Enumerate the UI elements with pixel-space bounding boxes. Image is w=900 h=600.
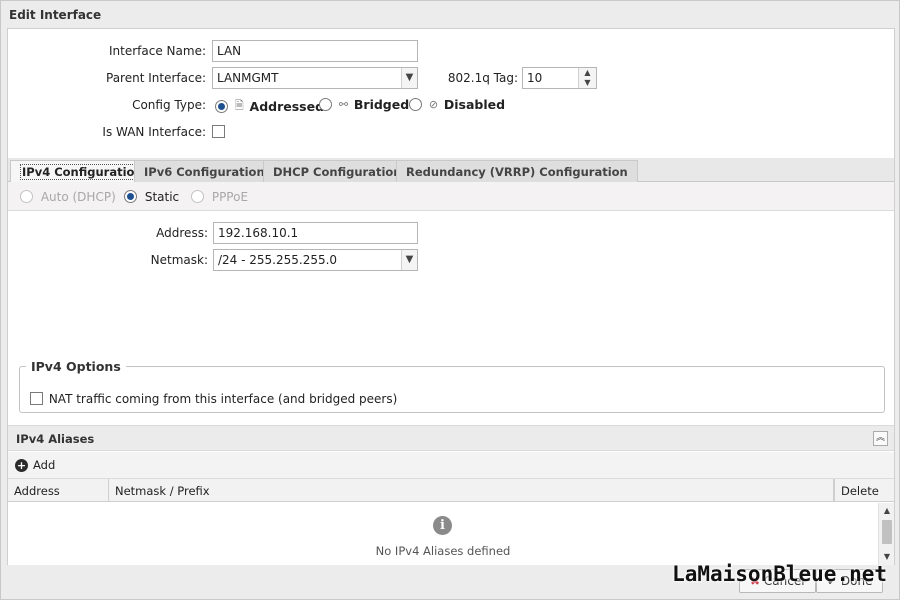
ipv4-aliases-header: IPv4 Aliases ︽ bbox=[8, 425, 894, 451]
address-value: 192.168.10.1 bbox=[218, 226, 299, 240]
radio-addressed[interactable] bbox=[215, 100, 228, 113]
aliases-toolbar: + Add bbox=[8, 452, 894, 479]
mode-pppoe-label: PPPoE bbox=[211, 189, 249, 204]
aliases-scrollbar[interactable]: ▲ ▼ bbox=[878, 503, 894, 565]
vlan-tag-input[interactable]: 10 ▲ ▼ bbox=[522, 67, 597, 89]
document-icon: 🗎 bbox=[234, 99, 244, 112]
tab-dhcp-configuration[interactable]: DHCP Configuration bbox=[263, 160, 412, 183]
stepper-down-icon[interactable]: ▼ bbox=[579, 78, 596, 88]
nat-checkbox[interactable] bbox=[30, 392, 43, 405]
radio-bridged[interactable] bbox=[319, 98, 332, 111]
parent-interface-value: LANMGMT bbox=[217, 71, 279, 85]
ipv4-options-fieldset: IPv4 Options NAT traffic coming from thi… bbox=[19, 359, 885, 413]
aliases-grid-body: i No IPv4 Aliases defined ▲ ▼ bbox=[8, 503, 894, 565]
column-address[interactable]: Address bbox=[8, 479, 109, 502]
column-netmask-prefix[interactable]: Netmask / Prefix bbox=[109, 479, 834, 502]
mode-pppoe[interactable]: PPPoE bbox=[191, 189, 248, 204]
parent-interface-select[interactable]: LANMGMT ▼ bbox=[212, 67, 418, 89]
config-type-addressed[interactable]: 🗎 Addressed bbox=[215, 97, 324, 116]
netmask-value: /24 - 255.255.255.0 bbox=[218, 253, 338, 267]
tab-ipv4-label: IPv4 Configuration bbox=[20, 164, 145, 180]
address-label: Address: bbox=[156, 226, 208, 240]
interface-name-input[interactable]: LAN bbox=[212, 40, 418, 62]
config-type-addressed-label: Addressed bbox=[249, 99, 325, 114]
vlan-tag-label: 802.1q Tag: bbox=[447, 71, 518, 85]
nat-option[interactable]: NAT traffic coming from this interface (… bbox=[30, 391, 397, 406]
scroll-up-icon[interactable]: ▲ bbox=[879, 505, 895, 517]
tab-vrrp-configuration[interactable]: Redundancy (VRRP) Configuration bbox=[396, 160, 638, 183]
config-type-bridged-label: Bridged bbox=[353, 97, 410, 112]
interface-name-value: LAN bbox=[217, 44, 242, 58]
radio-static[interactable] bbox=[124, 190, 137, 203]
config-type-disabled-label: Disabled bbox=[443, 97, 506, 112]
radio-disabled[interactable] bbox=[409, 98, 422, 111]
stepper-up-icon[interactable]: ▲ bbox=[579, 68, 596, 78]
mode-auto-dhcp[interactable]: Auto (DHCP) bbox=[20, 189, 116, 204]
column-delete[interactable]: Delete bbox=[834, 479, 894, 502]
vlan-tag-value: 10 bbox=[527, 71, 543, 85]
radio-auto-dhcp[interactable] bbox=[20, 190, 33, 203]
collapse-icon[interactable]: ︽ bbox=[873, 431, 888, 446]
tab-ipv6-label: IPv6 Configuration bbox=[144, 165, 265, 179]
chevron-down-icon[interactable]: ▼ bbox=[401, 250, 417, 270]
parent-interface-label: Parent Interface: bbox=[106, 71, 206, 85]
config-tabbar: IPv4 Configuration IPv6 Configuration DH… bbox=[8, 158, 894, 184]
info-icon: i bbox=[433, 516, 452, 535]
ipv4-options-legend: IPv4 Options bbox=[31, 359, 121, 374]
mode-static[interactable]: Static bbox=[124, 189, 179, 204]
is-wan-checkbox[interactable] bbox=[212, 125, 225, 138]
disabled-icon: ⊘ bbox=[428, 98, 439, 111]
mode-static-label: Static bbox=[144, 189, 180, 204]
netmask-label: Netmask: bbox=[150, 253, 208, 267]
scroll-thumb[interactable] bbox=[882, 520, 892, 544]
config-type-disabled[interactable]: ⊘ Disabled bbox=[409, 97, 505, 112]
config-type-bridged[interactable]: ⚯ Bridged bbox=[319, 97, 409, 112]
chevron-down-icon[interactable]: ▼ bbox=[401, 68, 417, 88]
tab-ipv6-configuration[interactable]: IPv6 Configuration bbox=[134, 160, 275, 183]
window-title: Edit Interface bbox=[9, 8, 102, 22]
edit-interface-panel: Interface Name: LAN Parent Interface: LA… bbox=[7, 28, 895, 565]
aliases-grid-header: Address Netmask / Prefix Delete bbox=[8, 479, 894, 502]
address-input[interactable]: 192.168.10.1 bbox=[213, 222, 418, 244]
tab-ipv4-configuration[interactable]: IPv4 Configuration bbox=[10, 160, 155, 184]
interface-name-label: Interface Name: bbox=[109, 44, 206, 58]
watermark: LaMaisonBleue.net bbox=[672, 562, 887, 586]
is-wan-label: Is WAN Interface: bbox=[102, 125, 206, 139]
link-icon: ⚯ bbox=[338, 98, 349, 111]
mode-auto-dhcp-label: Auto (DHCP) bbox=[40, 189, 116, 204]
netmask-select[interactable]: /24 - 255.255.255.0 ▼ bbox=[213, 249, 418, 271]
tab-vrrp-label: Redundancy (VRRP) Configuration bbox=[406, 165, 628, 179]
aliases-empty-text: No IPv4 Aliases defined bbox=[375, 544, 511, 558]
add-icon[interactable]: + bbox=[15, 459, 28, 472]
ipv4-aliases-title: IPv4 Aliases bbox=[16, 432, 95, 446]
nat-label: NAT traffic coming from this interface (… bbox=[48, 391, 398, 406]
vlan-tag-stepper[interactable]: ▲ ▼ bbox=[578, 68, 596, 88]
tab-dhcp-label: DHCP Configuration bbox=[273, 165, 402, 179]
config-type-label: Config Type: bbox=[132, 98, 206, 112]
radio-pppoe[interactable] bbox=[191, 190, 204, 203]
edit-interface-window: Edit Interface Interface Name: LAN Paren… bbox=[0, 0, 900, 600]
add-alias-button[interactable]: Add bbox=[33, 458, 55, 472]
ipv4-mode-bar: Auto (DHCP) Static PPPoE bbox=[8, 182, 894, 211]
